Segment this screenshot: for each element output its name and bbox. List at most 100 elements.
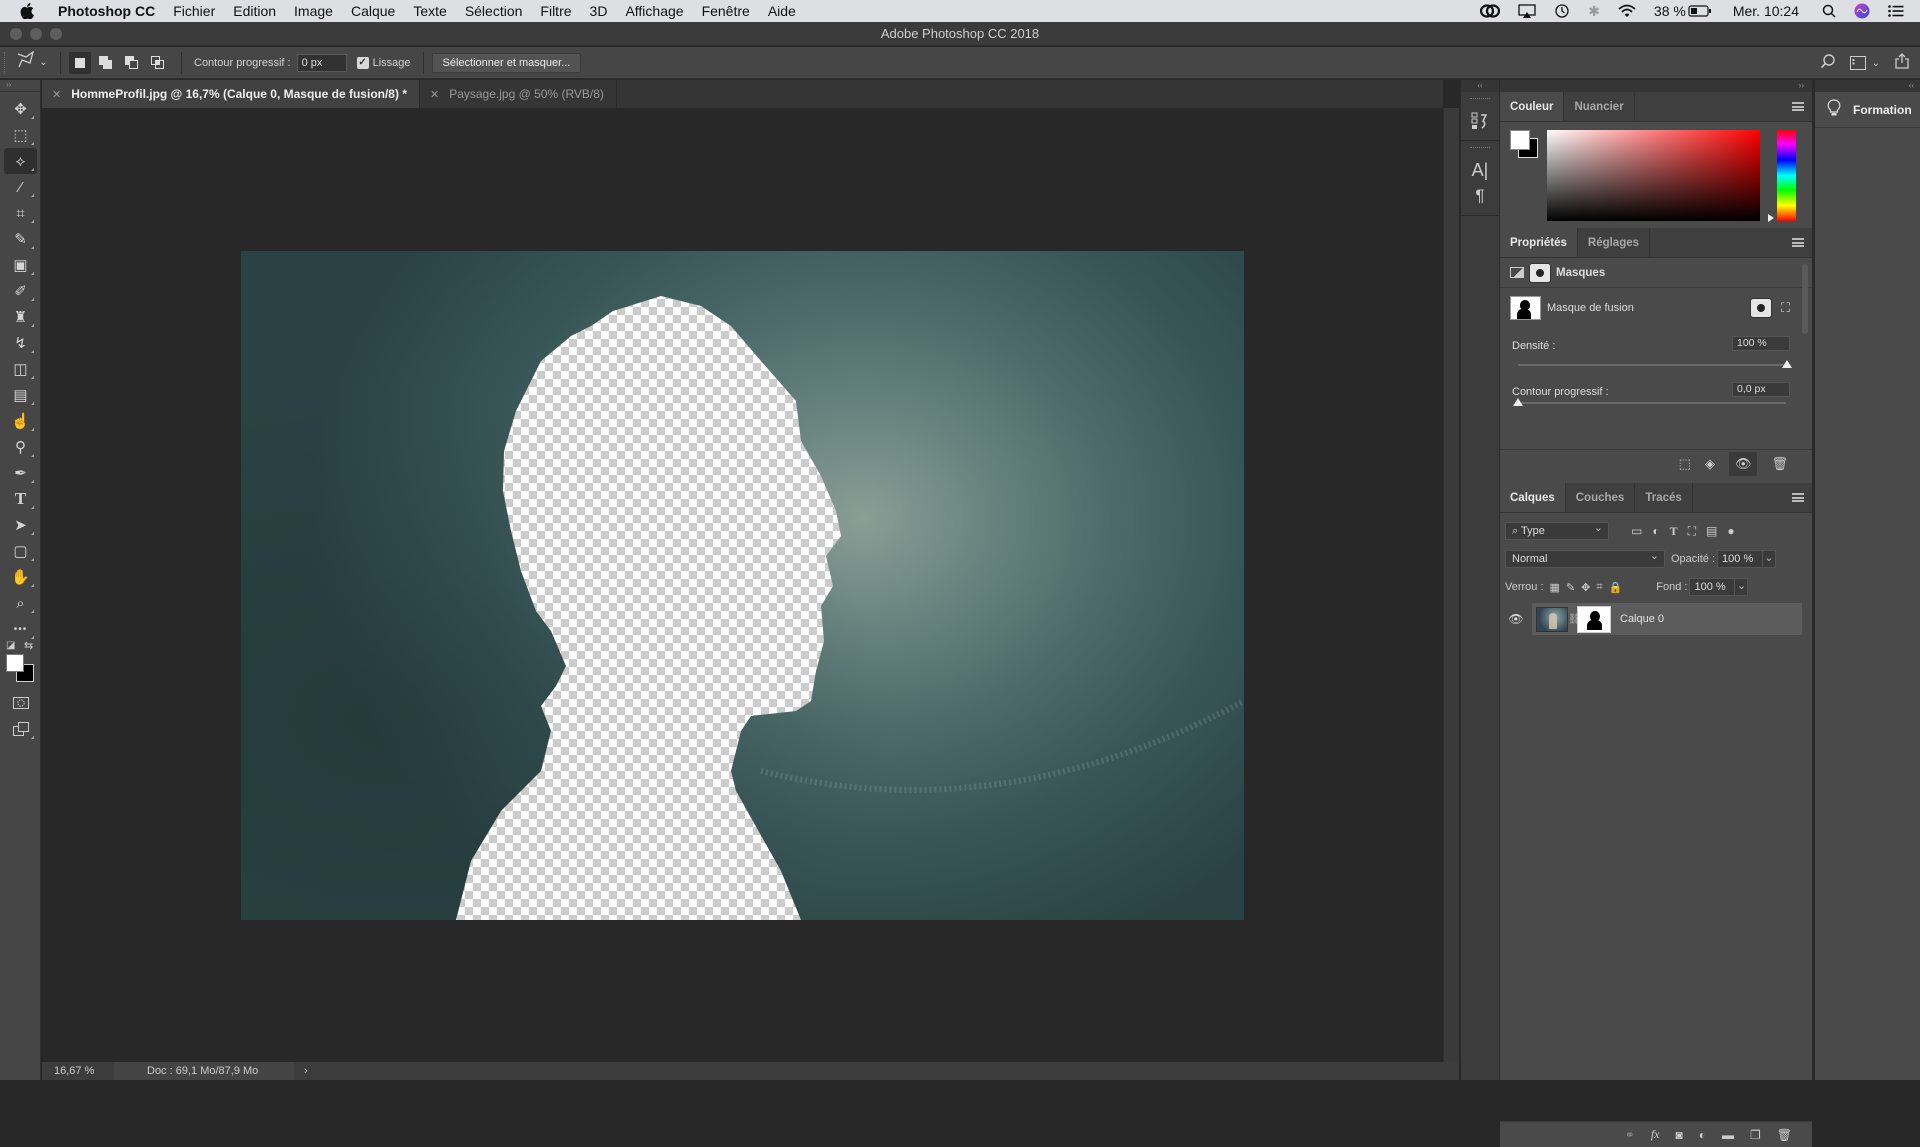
layer-mask-thumbnail[interactable]: [1577, 605, 1611, 633]
tools-collapse-toggle[interactable]: ››: [0, 80, 40, 92]
hue-slider-marker[interactable]: [1768, 214, 1774, 222]
opacity-input[interactable]: 100 %: [1717, 550, 1764, 568]
visibility-eye-icon[interactable]: 👁: [1500, 612, 1532, 626]
shape-tool[interactable]: ▢: [4, 538, 37, 564]
airplay-icon[interactable]: [1509, 4, 1545, 18]
eyedropper-tool[interactable]: ✎: [4, 226, 37, 252]
add-to-selection-button[interactable]: [95, 52, 117, 74]
fill-dropdown-button[interactable]: ⌄: [1734, 578, 1749, 596]
layer-row[interactable]: 👁 ⛓ Calque 0: [1500, 603, 1812, 635]
load-selection-icon[interactable]: ⬚: [1679, 456, 1691, 472]
menu-image[interactable]: Image: [285, 0, 342, 22]
clone-stamp-tool[interactable]: ♜: [4, 304, 37, 330]
layer-filter-dropdown[interactable]: ⌕ Type: [1505, 520, 1609, 540]
share-icon[interactable]: [1894, 52, 1910, 74]
battery-icon[interactable]: [1688, 5, 1721, 17]
new-selection-button[interactable]: [69, 51, 91, 74]
character-panel-icon[interactable]: A|: [1461, 157, 1499, 183]
path-selection-tool[interactable]: ➤: [4, 512, 37, 538]
formation-button[interactable]: Formation: [1815, 92, 1920, 128]
close-tab-icon[interactable]: ✕: [430, 88, 439, 101]
apple-menu-icon[interactable]: [20, 3, 38, 19]
hand-tool[interactable]: ✋: [4, 564, 37, 590]
lock-all-icon[interactable]: 🔒: [1609, 581, 1623, 594]
delete-mask-icon[interactable]: 🗑: [1771, 456, 1788, 472]
add-pixel-mask-button[interactable]: [1749, 298, 1772, 318]
hue-slider[interactable]: [1777, 130, 1796, 221]
foreground-color-swatch[interactable]: [1510, 130, 1530, 150]
link-layers-icon[interactable]: ⚭: [1625, 1128, 1635, 1142]
workspace-switcher[interactable]: ⌄: [1849, 56, 1880, 70]
dock-collapse-toggle[interactable]: ‹‹: [1461, 80, 1499, 92]
gradient-tool[interactable]: ▤: [4, 382, 37, 408]
tab-calques[interactable]: Calques: [1500, 483, 1566, 512]
feather-slider-track[interactable]: [1518, 402, 1786, 404]
panel-menu-icon[interactable]: [1792, 102, 1804, 111]
menu-selection[interactable]: Sélection: [456, 0, 532, 22]
paragraph-panel-icon[interactable]: ¶: [1461, 183, 1499, 209]
drag-grip[interactable]: [1470, 147, 1490, 151]
vertical-scrollbar[interactable]: [1443, 108, 1459, 1062]
menu-fenetre[interactable]: Fenêtre: [693, 0, 759, 22]
marquee-tool[interactable]: ⬚: [4, 122, 37, 148]
frame-tool[interactable]: ▣: [4, 252, 37, 278]
pixel-layer-icon[interactable]: [1510, 267, 1524, 278]
menu-fichier[interactable]: Fichier: [164, 0, 224, 22]
select-and-mask-button[interactable]: Sélectionner et masquer...: [431, 52, 582, 73]
panel-menu-icon[interactable]: [1792, 493, 1804, 502]
zoom-level-field[interactable]: 16,67 %: [42, 1065, 114, 1077]
wifi-icon[interactable]: [1609, 4, 1645, 18]
link-mask-icon[interactable]: ⛓: [1568, 614, 1581, 625]
apply-mask-icon[interactable]: ◈: [1705, 456, 1715, 472]
layer-style-fx-icon[interactable]: fx: [1651, 1127, 1660, 1142]
tab-reglages[interactable]: Réglages: [1578, 228, 1651, 257]
tab-couleur[interactable]: Couleur: [1500, 92, 1565, 121]
add-vector-mask-button[interactable]: ⛶: [1781, 300, 1790, 316]
density-slider-thumb[interactable]: [1782, 360, 1792, 368]
type-tool[interactable]: T: [4, 486, 37, 512]
panel-menu-icon[interactable]: [1792, 238, 1804, 247]
tab-paysage[interactable]: ✕ Paysage.jpg @ 50% (RVB/8): [420, 80, 617, 108]
bluetooth-icon[interactable]: ✱: [1579, 3, 1609, 20]
menu-calque[interactable]: Calque: [342, 0, 404, 22]
move-tool[interactable]: ✥: [4, 96, 37, 122]
density-slider-track[interactable]: [1518, 364, 1786, 366]
default-colors-icon[interactable]: ◪: [6, 640, 15, 651]
feather-slider-thumb[interactable]: [1513, 398, 1523, 406]
brush-tool[interactable]: ✐: [4, 278, 37, 304]
eraser-tool[interactable]: ◫: [4, 356, 37, 382]
close-window-button[interactable]: [10, 28, 22, 40]
tab-couches[interactable]: Couches: [1566, 483, 1636, 512]
menu-3d[interactable]: 3D: [581, 0, 617, 22]
fill-input[interactable]: 100 %: [1689, 578, 1736, 596]
tool-preset-picker[interactable]: ⌄: [12, 50, 52, 74]
filter-shape-icon[interactable]: ⛶: [1688, 524, 1696, 539]
zoom-tool[interactable]: ⌕: [4, 590, 37, 616]
delete-layer-icon[interactable]: 🗑: [1777, 1128, 1792, 1142]
filter-type-icon[interactable]: T: [1670, 524, 1678, 539]
feather-input[interactable]: 0,0 px: [1732, 382, 1790, 397]
tab-proprietes[interactable]: Propriétés: [1500, 228, 1578, 257]
history-panel-icon[interactable]: [1461, 108, 1499, 134]
foreground-color-swatch[interactable]: [6, 654, 24, 672]
menu-filtre[interactable]: Filtre: [531, 0, 580, 22]
panels-collapse-toggle[interactable]: ››: [1500, 80, 1812, 92]
layer-name[interactable]: Calque 0: [1620, 613, 1664, 625]
image-canvas[interactable]: [241, 251, 1244, 920]
history-brush-tool[interactable]: ↯: [4, 330, 37, 356]
menu-app-name[interactable]: Photoshop CC: [52, 0, 164, 22]
smudge-tool[interactable]: ☝: [4, 408, 37, 434]
subtract-from-selection-button[interactable]: [121, 52, 143, 74]
layer-body[interactable]: ⛓ Calque 0: [1532, 603, 1802, 635]
minimize-window-button[interactable]: [30, 28, 42, 40]
density-input[interactable]: 100 %: [1732, 336, 1790, 351]
lock-transparency-icon[interactable]: ▦: [1550, 581, 1560, 594]
swap-colors-icon[interactable]: ⇆: [24, 639, 33, 652]
drag-grip[interactable]: [1470, 98, 1490, 102]
new-adjustment-layer-icon[interactable]: ◐: [1699, 1128, 1706, 1142]
tab-traces[interactable]: Tracés: [1635, 483, 1693, 512]
options-bar-grip[interactable]: [4, 51, 12, 74]
tab-hommeprofil[interactable]: ✕ HommeProfil.jpg @ 16,7% (Calque 0, Mas…: [42, 80, 420, 108]
filter-adjustment-icon[interactable]: ◐: [1652, 524, 1659, 539]
new-group-icon[interactable]: ▬: [1722, 1128, 1734, 1142]
